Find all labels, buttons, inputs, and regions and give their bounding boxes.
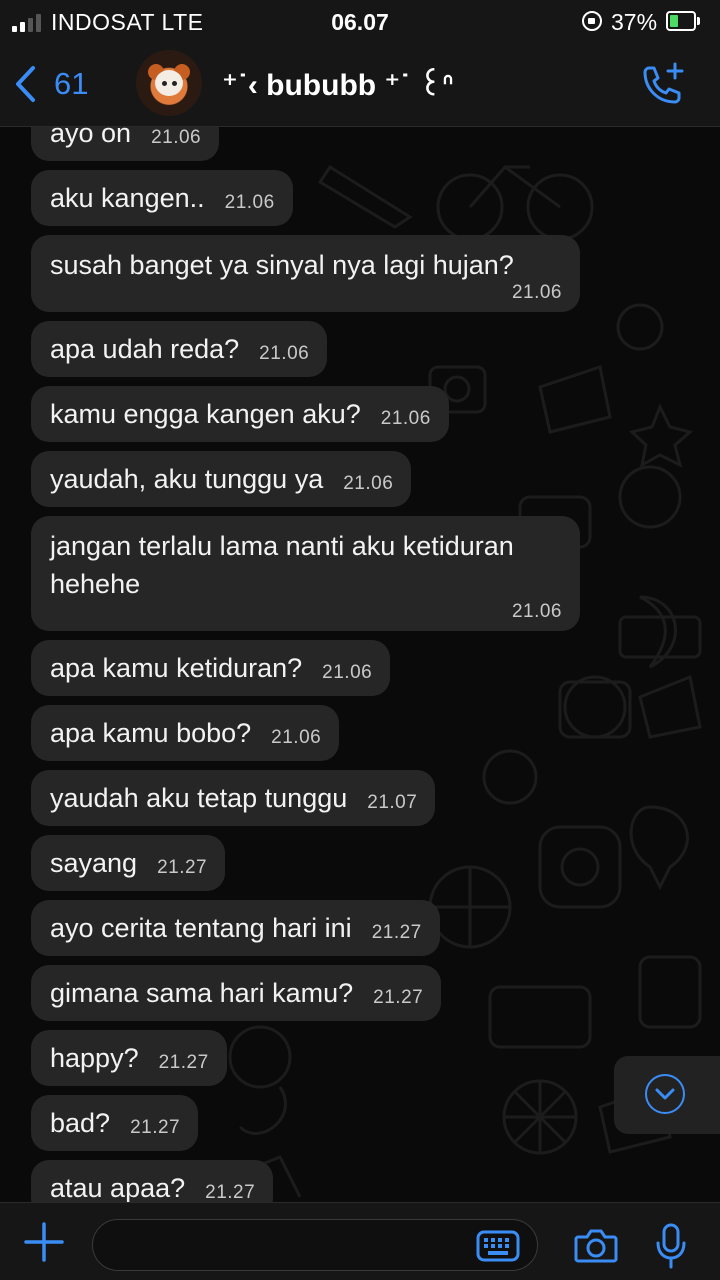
message-time: 21.06 xyxy=(151,127,202,148)
contact-name[interactable]: ⁺˙‹ bububb ⁺˙ ꒰ᐢ xyxy=(222,64,454,103)
back-button[interactable]: 61 xyxy=(14,62,88,106)
camera-icon[interactable] xyxy=(574,1227,618,1263)
status-bar: INDOSAT LTE 06.07 37% xyxy=(0,0,720,44)
message-text: susah banget ya sinyal nya lagi hujan? xyxy=(50,250,514,280)
message-time: 21.27 xyxy=(371,922,422,943)
message-text: apa kamu ketiduran? xyxy=(50,653,303,683)
message-text: aku kangen.. xyxy=(50,183,205,213)
avatar-face xyxy=(155,70,183,96)
message-time: 21.06 xyxy=(322,662,373,683)
message-text: gimana sama hari kamu? xyxy=(50,978,354,1008)
message-list[interactable]: ayo on 21.06 aku kangen.. 21.06 susah banget… xyxy=(0,127,720,1202)
message-bubble[interactable]: yaudah, aku tunggu ya 21.06 xyxy=(31,451,412,507)
avatar-eye xyxy=(172,81,177,86)
chevron-left-icon xyxy=(16,66,35,102)
avatar-eye xyxy=(162,81,167,86)
message-bubble[interactable]: apa kamu ketiduran? 21.06 xyxy=(31,640,391,696)
message-bubble[interactable]: ayo cerita tentang hari ini 21.27 xyxy=(31,900,440,956)
message-bubble[interactable]: yaudah aku tetap tunggu 21.07 xyxy=(31,770,436,826)
message-text: sayang xyxy=(50,848,138,878)
message-time: 21.06 xyxy=(380,408,431,429)
message-bubble[interactable]: aku kangen.. 21.06 xyxy=(31,170,293,226)
message-text: ayo on xyxy=(50,127,132,148)
message-time: 21.27 xyxy=(373,987,424,1008)
message-text: apa kamu bobo? xyxy=(50,718,252,748)
message-input[interactable] xyxy=(92,1219,538,1271)
message-bubble[interactable]: jangan terlalu lama nanti aku ketiduran … xyxy=(31,516,580,631)
message-time: 21.27 xyxy=(158,1052,209,1073)
message-bubble[interactable]: sayang 21.27 xyxy=(31,835,226,891)
battery-percent: 37% xyxy=(611,9,658,35)
microphone-icon[interactable] xyxy=(655,1223,687,1269)
message-text: apa udah reda? xyxy=(50,334,240,364)
battery-fill xyxy=(670,15,678,27)
message-time: 21.06 xyxy=(343,473,394,494)
message-text: ayo cerita tentang hari ini xyxy=(50,913,352,943)
message-text: yaudah aku tetap tunggu xyxy=(50,783,348,813)
message-text: happy? xyxy=(50,1043,139,1073)
chevron-down-icon xyxy=(645,1074,685,1114)
message-time: 21.06 xyxy=(511,601,562,622)
message-bubble[interactable]: ayo on 21.06 xyxy=(31,127,220,161)
message-text: bad? xyxy=(50,1108,111,1138)
unread-count: 61 xyxy=(54,66,89,101)
message-text: atau apaa? xyxy=(50,1173,186,1202)
message-bubble[interactable]: susah banget ya sinyal nya lagi hujan? 21… xyxy=(31,235,580,312)
message-text: yaudah, aku tunggu ya xyxy=(50,464,324,494)
message-bubble[interactable]: apa kamu bobo? 21.06 xyxy=(31,705,340,761)
composer-bar xyxy=(0,1202,720,1280)
messages-container: ayo on 21.06 aku kangen.. 21.06 susah banget… xyxy=(31,127,631,1202)
message-time: 21.27 xyxy=(205,1182,256,1202)
message-time: 21.06 xyxy=(271,727,322,748)
battery-icon xyxy=(666,11,696,31)
message-bubble[interactable]: atau apaa? 21.27 xyxy=(31,1160,274,1202)
chat-screen: INDOSAT LTE 06.07 37% 61 ⁺˙‹ bububb ⁺˙ ꒰… xyxy=(0,0,720,1280)
message-time: 21.06 xyxy=(224,192,275,213)
message-bubble[interactable]: bad? 21.27 xyxy=(31,1095,199,1151)
battery-tip xyxy=(697,17,700,25)
message-bubble[interactable]: kamu engga kangen aku? 21.06 xyxy=(31,386,449,442)
message-time: 21.06 xyxy=(511,282,562,303)
message-time: 21.27 xyxy=(157,857,208,878)
message-text: jangan terlalu lama nanti aku ketiduran … xyxy=(50,531,514,599)
message-text: kamu engga kangen aku? xyxy=(50,399,361,429)
plus-icon[interactable] xyxy=(24,1222,64,1262)
scroll-to-bottom-button[interactable] xyxy=(614,1056,720,1134)
message-time: 21.07 xyxy=(367,792,418,813)
message-time: 21.27 xyxy=(130,1117,181,1138)
keyboard-icon[interactable] xyxy=(476,1230,520,1262)
message-bubble[interactable]: gimana sama hari kamu? 21.27 xyxy=(31,965,442,1021)
message-bubble[interactable]: happy? 21.27 xyxy=(31,1030,227,1086)
chat-header: 61 ⁺˙‹ bububb ⁺˙ ꒰ᐢ xyxy=(0,44,720,127)
avatar[interactable] xyxy=(136,50,202,116)
message-time: 21.06 xyxy=(259,343,310,364)
phone-plus-icon[interactable] xyxy=(637,60,687,110)
rotation-lock-icon xyxy=(582,11,602,31)
message-bubble[interactable]: apa udah reda? 21.06 xyxy=(31,321,328,377)
